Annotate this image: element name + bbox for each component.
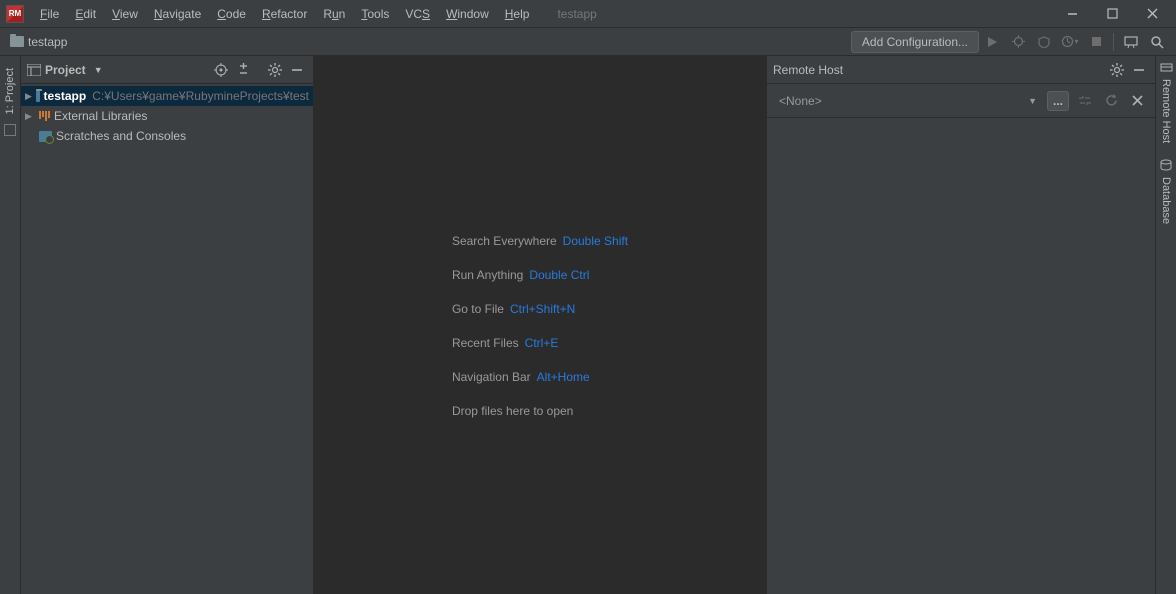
database-gutter-icon — [1160, 159, 1172, 171]
tip-shortcut: Ctrl+Shift+N — [510, 302, 575, 316]
tip-shortcut: Alt+Home — [537, 370, 590, 384]
menu-code[interactable]: Code — [209, 0, 254, 27]
tip-label: Drop files here to open — [452, 404, 573, 418]
menu-vcs[interactable]: VCS — [397, 0, 438, 27]
tip-label: Navigation Bar — [452, 370, 531, 384]
menu-bar: RM File Edit View Navigate Code Refactor… — [0, 0, 1176, 28]
coverage-icon[interactable] — [1033, 31, 1055, 53]
menu-navigate[interactable]: Navigate — [146, 0, 209, 27]
gutter-database-tab[interactable]: Database — [1160, 171, 1172, 230]
project-tool-window: Project ▼ ▶ testapp C:¥Users¥game¥Rubymi… — [21, 56, 314, 594]
libraries-icon — [39, 111, 50, 121]
remote-host-combo[interactable]: <None> ▼ — [775, 94, 1041, 108]
menu-tools[interactable]: Tools — [353, 0, 397, 27]
gear-icon[interactable] — [265, 60, 285, 80]
remote-host-selector-row: <None> ▼ ... — [767, 84, 1155, 118]
menu-file[interactable]: File — [32, 0, 67, 27]
remote-pane-header: Remote Host — [767, 56, 1155, 84]
chevron-down-icon: ▼ — [94, 65, 103, 75]
breadcrumb[interactable]: testapp — [6, 33, 71, 51]
tip-shortcut: Double Shift — [563, 234, 628, 248]
tip-shortcut: Ctrl+E — [525, 336, 559, 350]
tree-external-libraries[interactable]: ▶ External Libraries — [21, 106, 313, 126]
tree-item-label: External Libraries — [54, 109, 147, 123]
window-close-button[interactable] — [1132, 0, 1172, 28]
tip-shortcut: Double Ctrl — [529, 268, 589, 282]
scratches-icon — [39, 131, 52, 142]
debug-icon[interactable] — [1007, 31, 1029, 53]
project-view-icon — [27, 64, 41, 76]
chevron-down-icon: ▼ — [1028, 96, 1037, 106]
breadcrumb-label: testapp — [28, 35, 67, 49]
right-gutter: Remote Host Database — [1155, 56, 1176, 594]
remote-host-value: <None> — [779, 94, 822, 108]
folder-icon — [10, 36, 24, 47]
left-gutter: 1: Project — [0, 56, 21, 594]
tree-root-node[interactable]: ▶ testapp C:¥Users¥game¥RubymineProjects… — [21, 86, 313, 106]
project-pane-header: Project ▼ — [21, 56, 313, 84]
menu-refactor[interactable]: Refactor — [254, 0, 315, 27]
expand-arrow-icon: ▶ — [25, 91, 32, 102]
window-minimize-button[interactable] — [1052, 0, 1092, 28]
search-icon[interactable] — [1146, 31, 1168, 53]
tree-scratches[interactable]: Scratches and Consoles — [21, 126, 313, 146]
window-title: testapp — [557, 7, 596, 21]
hide-icon[interactable] — [287, 60, 307, 80]
profile-icon[interactable]: ▾ — [1059, 31, 1081, 53]
remote-pane-title: Remote Host — [773, 63, 843, 77]
tree-root-label: testapp — [44, 89, 87, 103]
welcome-tips: Search Everywhere Double Shift Run Anythi… — [452, 232, 628, 418]
locate-icon[interactable] — [211, 60, 231, 80]
tip-label: Recent Files — [452, 336, 519, 350]
refresh-icon[interactable] — [1101, 91, 1121, 111]
menu-run[interactable]: Run — [315, 0, 353, 27]
expand-arrow-icon: ▶ — [25, 111, 35, 122]
menu-edit[interactable]: Edit — [67, 0, 104, 27]
remote-host-tool-window: Remote Host <None> ▼ ... — [766, 56, 1155, 594]
diff-icon[interactable] — [1075, 91, 1095, 111]
menu-view[interactable]: View — [104, 0, 146, 27]
remote-host-gutter-icon — [1160, 62, 1173, 73]
menu-help[interactable]: Help — [497, 0, 538, 27]
run-icon[interactable] — [981, 31, 1003, 53]
close-icon[interactable] — [1127, 91, 1147, 111]
project-pane-title-text: Project — [45, 63, 86, 77]
menu-window[interactable]: Window — [438, 0, 497, 27]
tree-item-label: Scratches and Consoles — [56, 129, 186, 143]
browse-button[interactable]: ... — [1047, 91, 1069, 111]
stop-icon[interactable] — [1085, 31, 1107, 53]
app-logo-icon: RM — [6, 5, 24, 23]
tip-label: Go to File — [452, 302, 504, 316]
gear-icon[interactable] — [1107, 60, 1127, 80]
gutter-structure-icon[interactable] — [4, 124, 16, 136]
presentation-mode-icon[interactable] — [1120, 31, 1142, 53]
hide-icon[interactable] — [1129, 60, 1149, 80]
gutter-project-tab[interactable]: 1: Project — [4, 62, 16, 120]
tip-label: Run Anything — [452, 268, 523, 282]
tree-root-path: C:¥Users¥game¥RubymineProjects¥test — [92, 89, 309, 103]
window-maximize-button[interactable] — [1092, 0, 1132, 28]
editor-area: Search Everywhere Double Shift Run Anythi… — [314, 56, 766, 594]
project-pane-title[interactable]: Project ▼ — [27, 63, 103, 77]
tip-label: Search Everywhere — [452, 234, 557, 248]
gutter-remote-host-tab[interactable]: Remote Host — [1160, 73, 1172, 149]
project-tree: ▶ testapp C:¥Users¥game¥RubymineProjects… — [21, 84, 313, 148]
add-configuration-button[interactable]: Add Configuration... — [851, 31, 979, 53]
module-folder-icon — [36, 91, 40, 102]
toolbar: testapp Add Configuration... ▾ — [0, 28, 1176, 56]
collapse-all-icon[interactable] — [233, 60, 253, 80]
